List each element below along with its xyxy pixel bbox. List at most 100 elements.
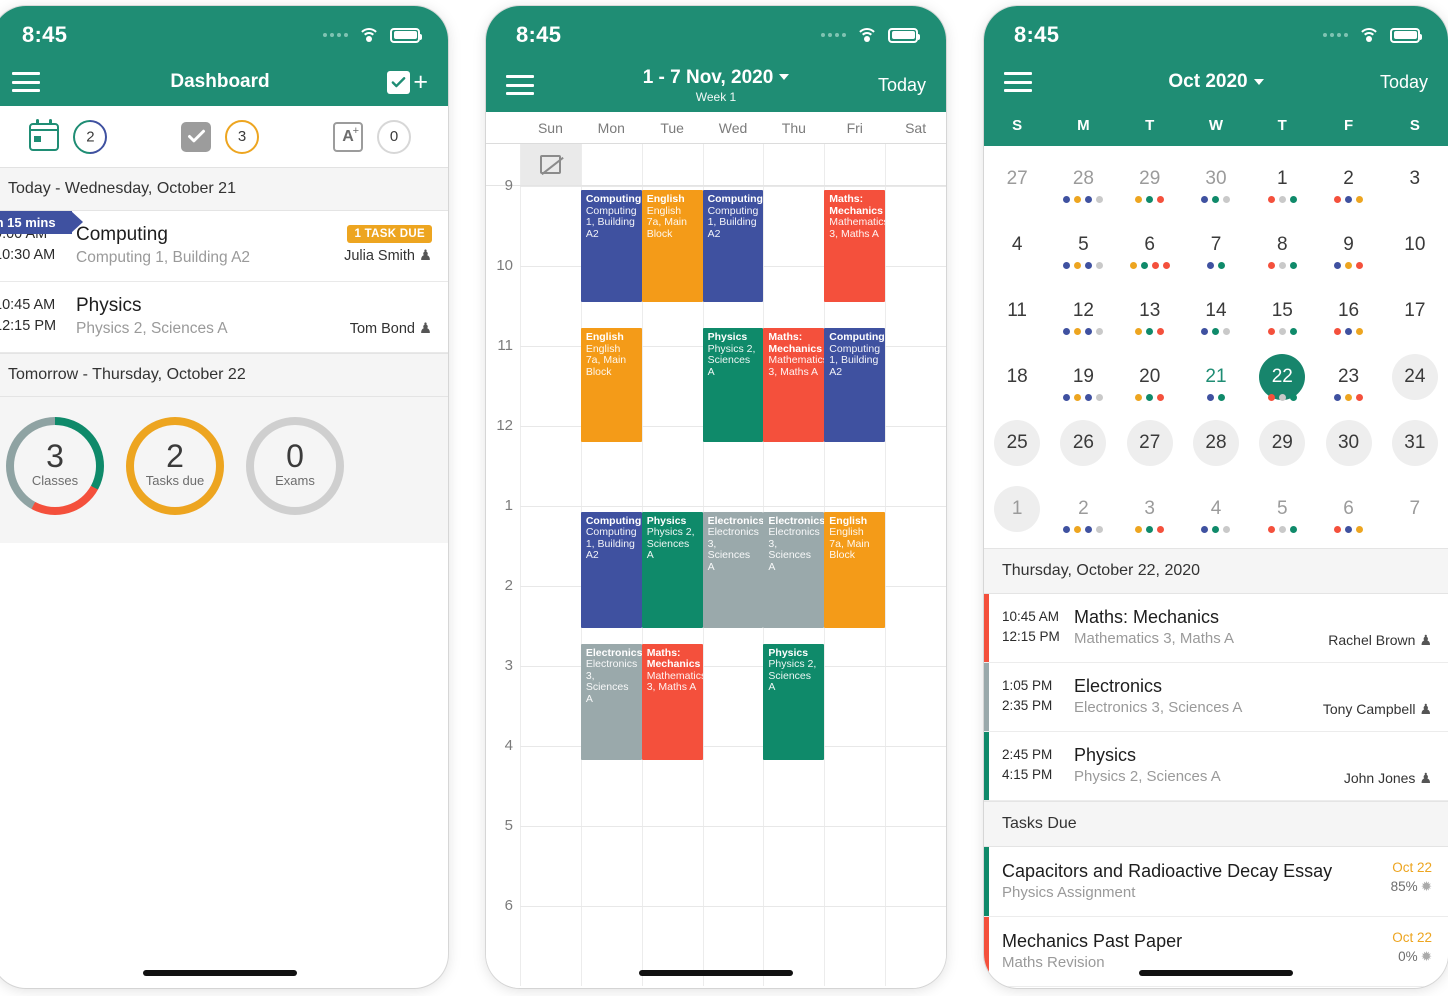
event-dot — [1063, 394, 1071, 401]
timetable-day-tue[interactable]: Tue — [642, 112, 703, 143]
today-button[interactable]: Today — [1380, 72, 1428, 93]
today-button[interactable]: Today — [878, 75, 926, 96]
donut-label: Tasks due — [145, 473, 205, 488]
month-day-cell[interactable]: 28 — [1183, 412, 1249, 478]
timetable-day-sat[interactable]: Sat — [885, 112, 946, 143]
month-day-cell[interactable]: 29 — [1249, 412, 1315, 478]
month-day-cell[interactable]: 30 — [1315, 412, 1381, 478]
timetable-event[interactable]: English English 7a, Main Block — [824, 511, 886, 628]
timetable-scroll-area[interactable]: 9 10 11 12 1 2 3 4 5 6 Computing Computing 1, Buil… — [486, 177, 946, 988]
timetable-event[interactable]: Computing Computing 1, Building A2 — [702, 190, 764, 302]
month-day-cell[interactable]: 7 — [1382, 478, 1448, 544]
timetable-event[interactable]: Physics Physics 2, Sciences A — [763, 643, 825, 761]
timetable-event[interactable]: Maths: Mechanics Mathematics 3, Maths A — [641, 643, 703, 761]
month-day-cell[interactable]: 8 — [1249, 214, 1315, 280]
month-day-cell[interactable]: 18 — [984, 346, 1050, 412]
month-day-cell[interactable]: 17 — [1382, 280, 1448, 346]
month-day-cell[interactable]: 21 — [1183, 346, 1249, 412]
chevron-down-icon — [779, 74, 790, 81]
summary-classes[interactable]: 2 — [0, 112, 144, 161]
month-day-cell[interactable]: 28 — [1050, 148, 1116, 214]
month-day-cell[interactable]: 24 — [1382, 346, 1448, 412]
dashboard-event-row[interactable]: 10:45 AM 12:15 PM Physics Physics 2, Scienc… — [0, 282, 448, 353]
timetable-day-mon[interactable]: Mon — [581, 112, 642, 143]
month-day-cell[interactable]: 9 — [1315, 214, 1381, 280]
hamburger-menu-icon[interactable] — [12, 72, 40, 92]
month-day-cell[interactable]: 20 — [1117, 346, 1183, 412]
hour-label: 2 — [504, 577, 513, 594]
month-day-cell[interactable]: 5 — [1050, 214, 1116, 280]
timetable-day-fri[interactable]: Fri — [824, 112, 885, 143]
timetable-event[interactable]: Electronics Electronics 3, Sciences A — [580, 643, 642, 761]
timetable-event[interactable]: Electronics Electronics 3, Sciences A — [763, 511, 825, 628]
month-day-cell[interactable]: 15 — [1249, 280, 1315, 346]
task-row[interactable]: Mechanics Past Paper Maths Revision Oct 22… — [984, 917, 1448, 987]
month-day-dots — [1206, 262, 1225, 269]
donut-tasks-due[interactable]: 2 Tasks due — [126, 417, 224, 515]
month-day-cell[interactable]: 4 — [1183, 478, 1249, 544]
event-dot — [1345, 328, 1353, 335]
month-day-cell[interactable]: 16 — [1315, 280, 1381, 346]
timetable-event[interactable]: Computing Computing 1, Building A2 — [580, 511, 642, 628]
month-day-cell[interactable]: 27 — [1117, 412, 1183, 478]
month-day-cell[interactable]: 30 — [1183, 148, 1249, 214]
checkbox-plus-icon[interactable] — [387, 70, 411, 94]
month-grid[interactable]: 27 28 29 30 1 2 3 4 5 6 7 8 9 10 11 12 13 14 15 16 17 18 19 20 2… — [984, 146, 1448, 548]
month-day-cell[interactable]: 4 — [984, 214, 1050, 280]
month-day-dots — [1206, 394, 1225, 401]
month-day-cell[interactable]: 23 — [1315, 346, 1381, 412]
month-day-cell[interactable]: 5 — [1249, 478, 1315, 544]
graduation-cap-icon: ♟ — [1419, 770, 1432, 786]
timetable-event[interactable]: Maths: Mechanics Mathematics 3, Maths A — [763, 328, 825, 442]
donut-classes[interactable]: 3 Classes — [6, 417, 104, 515]
timetable-day-thu[interactable]: Thu — [763, 112, 824, 143]
summary-tasks[interactable]: 3 — [144, 119, 296, 154]
month-day-cell[interactable]: 2 — [1050, 478, 1116, 544]
hamburger-menu-icon[interactable] — [1004, 72, 1032, 92]
month-day-cell[interactable]: 22 — [1249, 346, 1315, 412]
month-day-cell[interactable]: 29 — [1117, 148, 1183, 214]
month-day-cell[interactable]: 6 — [1117, 214, 1183, 280]
timetable-event[interactable]: English English 7a, Main Block — [580, 328, 642, 442]
timetable-event[interactable]: Physics Physics 2, Sciences A — [641, 511, 703, 628]
wifi-icon — [1358, 27, 1380, 43]
month-day-cell[interactable]: 3 — [1117, 478, 1183, 544]
task-progress: 85% ✹ — [1390, 879, 1432, 894]
month-day-cell[interactable]: 1 — [984, 478, 1050, 544]
month-day-cell[interactable]: 14 — [1183, 280, 1249, 346]
timetable-event[interactable]: Maths: Mechanics Mathematics 3, Maths A — [824, 190, 886, 302]
agenda-row[interactable]: 10:45 AM 12:15 PM Maths: Mechanics Mathemat… — [984, 594, 1448, 663]
timetable-event[interactable]: Electronics Electronics 3, Sciences A — [702, 511, 764, 628]
timetable-event[interactable]: Computing Computing 1, Building A2 — [580, 190, 642, 302]
agenda-row[interactable]: 1:05 PM 2:35 PM Electronics Electronics 3, … — [984, 663, 1448, 732]
month-day-cell[interactable]: 25 — [984, 412, 1050, 478]
timetable-day-wed[interactable]: Wed — [703, 112, 764, 143]
month-day-cell[interactable]: 31 — [1382, 412, 1448, 478]
timetable-event[interactable]: Physics Physics 2, Sciences A — [702, 328, 764, 442]
month-day-cell[interactable]: 3 — [1382, 148, 1448, 214]
agenda-row[interactable]: 2:45 PM 4:15 PM Physics Physics 2, Sciences… — [984, 732, 1448, 801]
month-day-dots — [1267, 394, 1297, 401]
month-day-cell[interactable]: 1 — [1249, 148, 1315, 214]
timetable-body[interactable]: 9 10 11 12 1 2 3 4 5 6 Computing Computing 1, Buil… — [486, 144, 946, 988]
month-day-cell[interactable]: 13 — [1117, 280, 1183, 346]
hamburger-menu-icon[interactable] — [506, 75, 534, 95]
event-dot — [1212, 328, 1220, 335]
month-day-cell[interactable]: 7 — [1183, 214, 1249, 280]
month-day-cell[interactable]: 27 — [984, 148, 1050, 214]
task-row[interactable]: Capacitors and Radioactive Decay Essay Ph… — [984, 847, 1448, 917]
month-day-cell[interactable]: 2 — [1315, 148, 1381, 214]
month-day-cell[interactable]: 26 — [1050, 412, 1116, 478]
timetable-event[interactable]: English English 7a, Main Block — [641, 190, 703, 302]
month-day-cell[interactable]: 10 — [1382, 214, 1448, 280]
timetable-event[interactable]: Computing Computing 1, Building A2 — [824, 328, 886, 442]
month-day-cell[interactable]: 12 — [1050, 280, 1116, 346]
month-day-cell[interactable]: 19 — [1050, 346, 1116, 412]
add-button[interactable]: + — [413, 69, 428, 95]
month-title-block[interactable]: Oct 2020 — [984, 71, 1448, 93]
timetable-day-sun[interactable]: Sun — [520, 112, 581, 143]
month-day-cell[interactable]: 11 — [984, 280, 1050, 346]
donut-exams[interactable]: 0 Exams — [246, 417, 344, 515]
summary-grades[interactable]: A + 0 — [296, 119, 448, 154]
month-day-cell[interactable]: 6 — [1315, 478, 1381, 544]
